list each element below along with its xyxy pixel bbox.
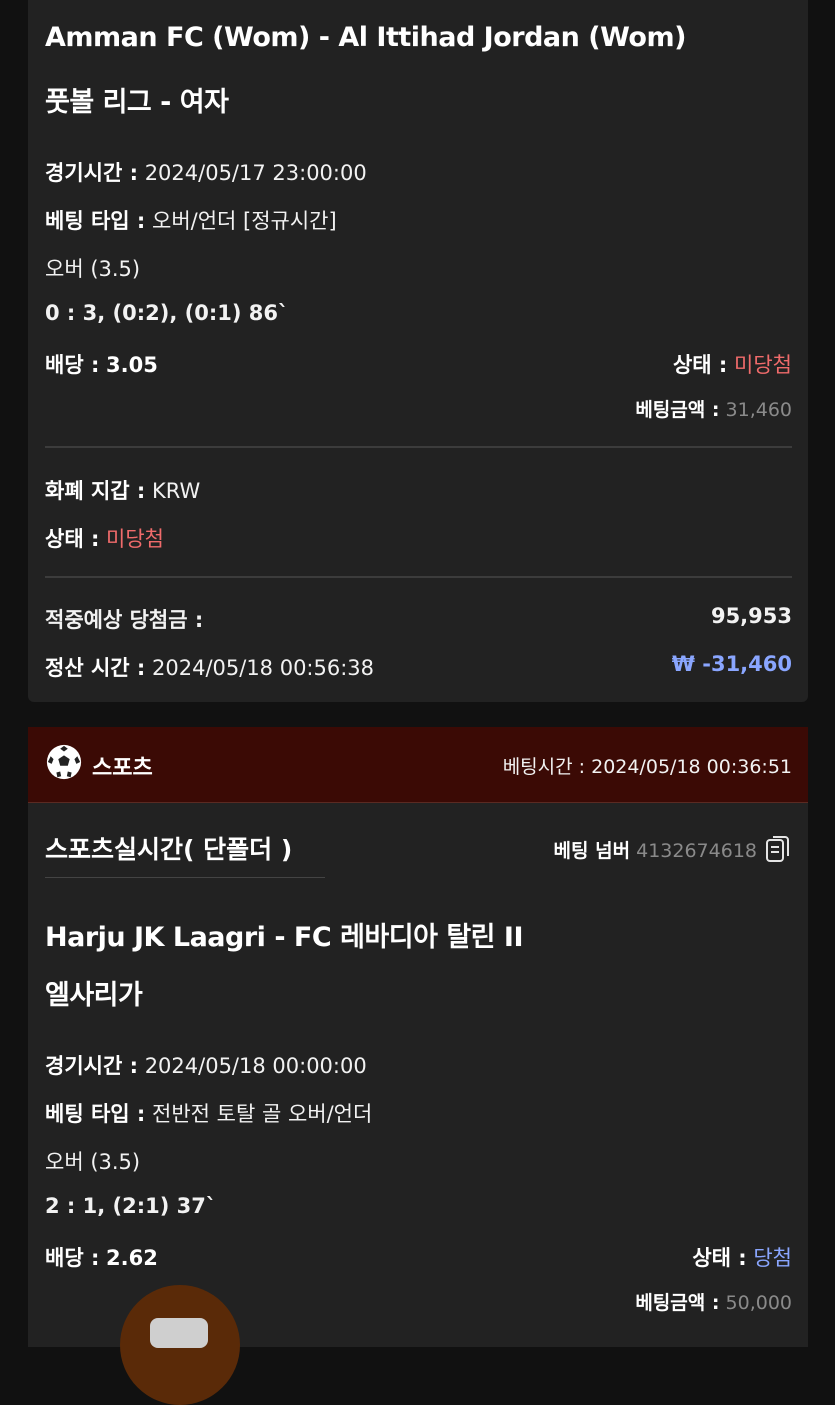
bet-number-label: 베팅 넘버 [553,840,631,862]
status-badge: 미당첨 [734,353,792,377]
amount-label: 베팅금액 : [635,1292,720,1314]
amount-value: 31,460 [725,399,792,421]
expected-label: 적중예상 당첨금 : [45,608,204,632]
bet-type-value: 오버/언더 [정규시간] [152,209,337,233]
settle-row: 정산 시간 : 2024/05/18 00:56:38 [45,652,374,682]
game-time-value: 2024/05/18 00:00:00 [144,1054,367,1078]
game-time-label: 경기시간 : [45,161,138,185]
expected-value: 95,953 [710,604,792,628]
bet-time-label: 베팅시간 : [502,756,586,778]
bet-type-row: 베팅 타입 : 전반전 토탈 골 오버/언더 [45,1098,372,1128]
divider [45,446,792,448]
category-label: 스포츠 [92,756,153,781]
status2-label: 상태 : [45,527,100,551]
bet-type-label: 베팅 타입 : [45,1102,146,1126]
status-badge: 당첨 [753,1246,792,1270]
status-row: 상태 : 당첨 [692,1242,792,1272]
amount-value: 50,000 [725,1292,792,1314]
status-label: 상태 : [672,353,728,377]
bet-type-value: 전반전 토탈 골 오버/언더 [152,1102,373,1126]
status2-row: 상태 : 미당첨 [45,523,164,553]
wallet-value: KRW [152,479,201,503]
game-time-row: 경기시간 : 2024/05/17 23:00:00 [45,157,367,187]
bet-type-label: 베팅 타입 : [45,209,146,233]
game-time-row: 경기시간 : 2024/05/18 00:00:00 [45,1050,367,1080]
game-time-label: 경기시간 : [45,1054,138,1078]
status-label: 상태 : [692,1246,747,1270]
match-title: Harju JK Laagri - FC 레바디아 탈린 II [45,922,524,953]
league-title: 풋볼 리그 - 여자 [45,87,229,118]
floating-button-icon [150,1318,208,1348]
bet-type-row: 베팅 타입 : 오버/언더 [정규시간] [45,205,337,235]
odds-label: 배당 : [45,1246,100,1270]
selection: 오버 (3.5) [45,257,141,281]
odds-value: 3.05 [106,353,158,377]
status-row: 상태 : 미당첨 [673,349,792,379]
match-title: Amman FC (Wom) - Al Ittihad Jordan (Wom) [45,22,686,53]
game-time-value: 2024/05/17 23:00:00 [144,161,367,185]
amount-row: 베팅금액 : 50,000 [635,1288,792,1315]
settle-label: 정산 시간 : [45,656,146,680]
selection: 오버 (3.5) [45,1150,141,1174]
settle-time: 2024/05/18 00:56:38 [152,656,375,680]
odds-label: 배당 : [45,353,100,377]
amount-label: 베팅금액 : [635,399,720,421]
score: 0 : 3, (0:2), (0:1) 86` [45,301,289,325]
divider [45,576,792,578]
settle-amount: ₩ -31,460 [671,652,792,676]
odds-row: 배당 : 2.62 [45,1242,158,1272]
league-title: 엘사리가 [45,980,143,1011]
odds-row: 배당 : 3.05 [45,349,158,379]
title-underline [45,877,325,878]
bet-number-row: 베팅 넘버 4132674618 [554,836,757,863]
bet-number-value: 4132674618 [636,840,757,862]
wallet-row: 화폐 지갑 : KRW [45,475,200,505]
odds-value: 2.62 [106,1246,158,1270]
amount-row: 베팅금액 : 31,460 [635,395,792,422]
score: 2 : 1, (2:1) 37` [45,1194,217,1218]
bet-time-value: 2024/05/18 00:36:51 [591,756,792,778]
copy-icon[interactable] [765,835,791,863]
bet-kind-title: 스포츠실시간( 단폴더 ) [45,835,293,864]
wallet-label: 화폐 지갑 : [45,479,146,503]
soccer-ball-icon [46,744,82,780]
status2-badge: 미당첨 [106,527,165,551]
bet-time-row: 베팅시간 : 2024/05/18 00:36:51 [503,752,792,779]
